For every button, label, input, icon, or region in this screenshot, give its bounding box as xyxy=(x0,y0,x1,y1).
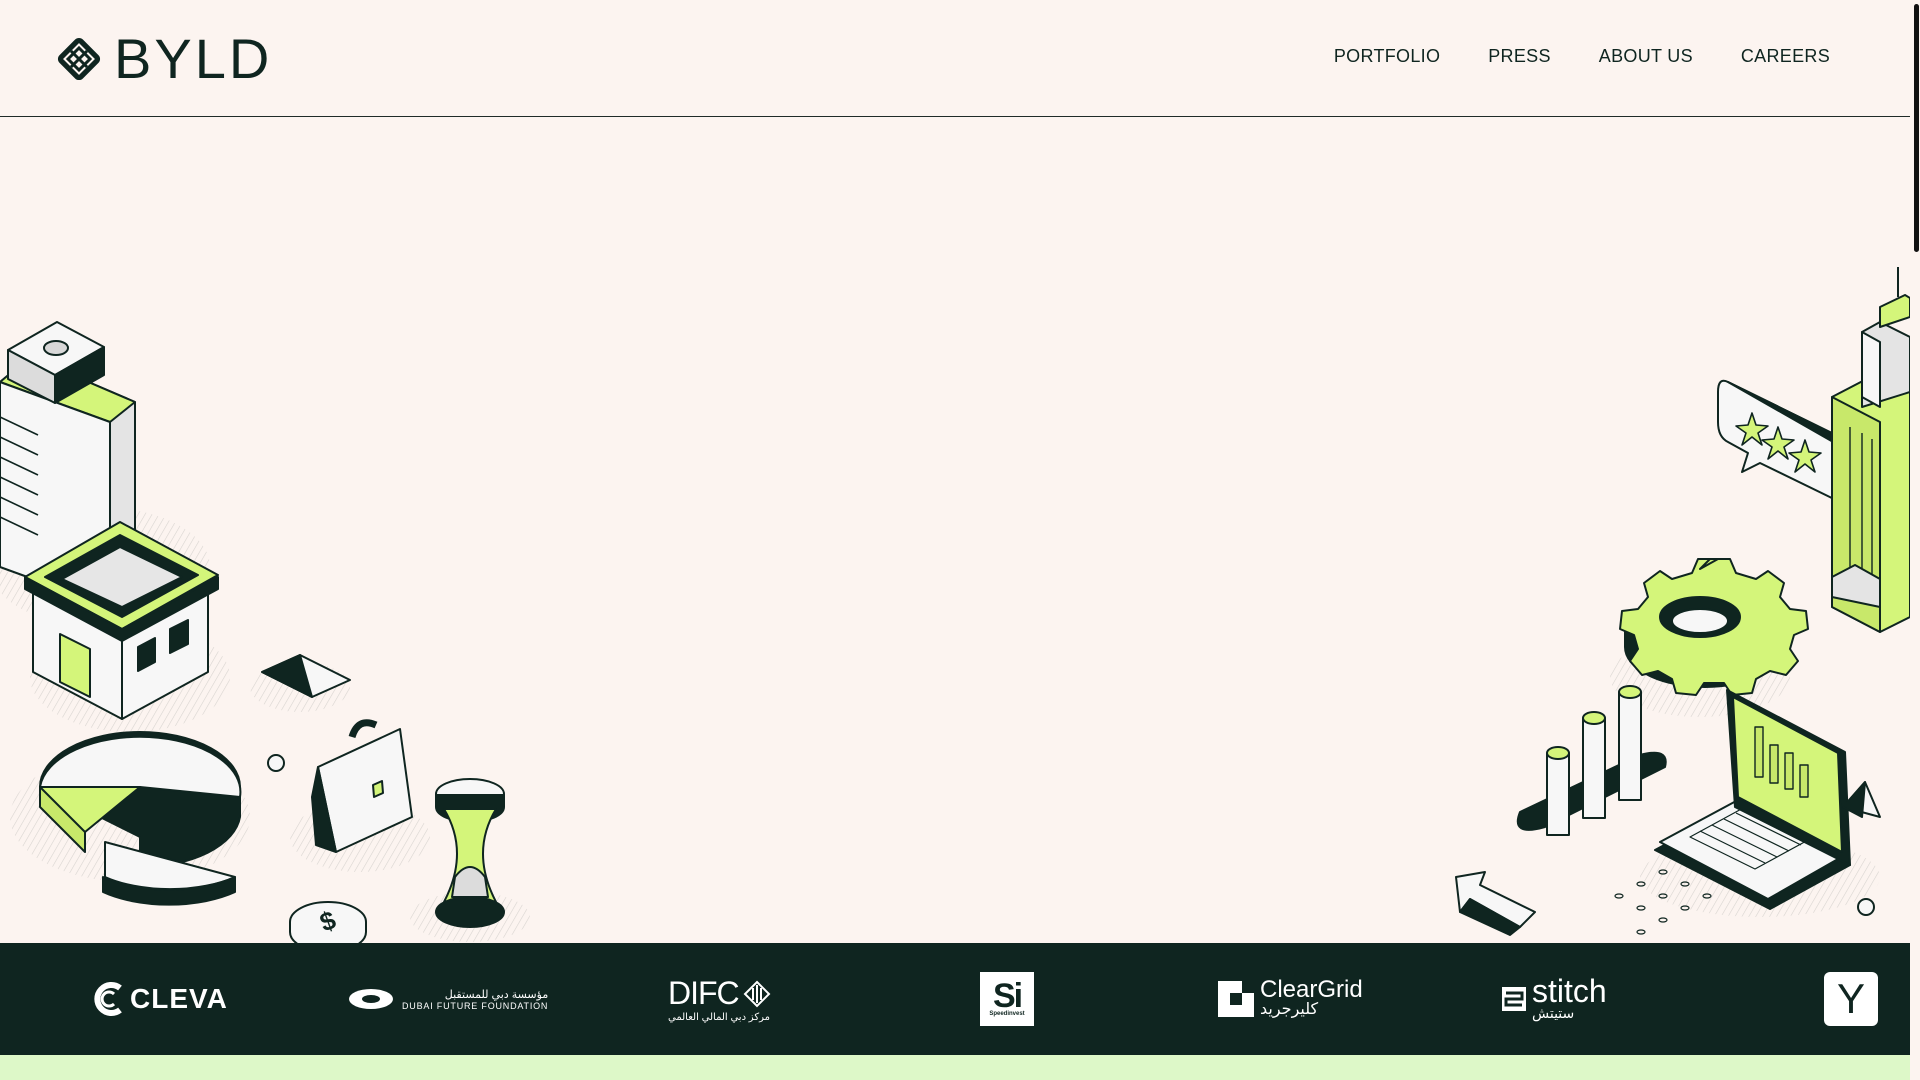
tower-illustration xyxy=(1831,267,1910,633)
partner-difc-logo[interactable]: DIFC مركز دبي المالي العالمي xyxy=(668,943,771,1055)
partner-ycombinator-logo[interactable]: Y xyxy=(1824,943,1878,1055)
partner-dff-english: DUBAI FUTURE FOUNDATION xyxy=(402,1000,549,1011)
rating-bubble-illustration xyxy=(1717,379,1851,504)
hero-section: $ xyxy=(0,117,1910,995)
nav-portfolio[interactable]: PORTFOLIO xyxy=(1334,46,1440,67)
partner-ycombinator-mark: Y xyxy=(1836,975,1865,1022)
partner-difc-label: DIFC xyxy=(668,975,740,1011)
partner-stitch-arabic: ستيتش xyxy=(1532,1004,1575,1021)
site-header: BYLD PORTFOLIO PRESS ABOUT US CAREERS xyxy=(0,0,1910,117)
partner-stitch-logo[interactable]: stitch ستيتش xyxy=(1502,943,1607,1055)
partner-dubai-future-foundation-logo[interactable]: مؤسسة دبي للمستقبل DUBAI FUTURE FOUNDATI… xyxy=(348,943,548,1055)
brand-logo[interactable]: BYLD xyxy=(56,27,273,90)
floating-square-illustration xyxy=(250,654,351,712)
laptop-illustration xyxy=(1640,689,1880,917)
hero-illustration: $ xyxy=(0,267,1910,943)
main-nav: PORTFOLIO PRESS ABOUT US CAREERS xyxy=(1334,46,1830,67)
stitch-mark-icon xyxy=(1502,987,1526,1011)
partner-cleargrid-label: ClearGrid xyxy=(1260,976,1363,1003)
cleva-mark-icon xyxy=(94,982,122,1016)
coin-illustration: $ xyxy=(289,901,367,943)
partner-cleargrid-arabic: كليرجريد xyxy=(1260,1001,1319,1018)
nav-press[interactable]: PRESS xyxy=(1488,46,1551,67)
small-ball-right-illustration xyxy=(1857,898,1875,916)
briefcase-illustration xyxy=(290,719,430,872)
pie-chart-illustration xyxy=(10,731,250,906)
nav-about-us[interactable]: ABOUT US xyxy=(1599,46,1693,67)
dff-eye-icon xyxy=(349,989,393,1009)
partner-speedinvest-label: Speedinvest xyxy=(989,1011,1025,1017)
partner-dff-arabic: مؤسسة دبي للمستقبل xyxy=(444,988,549,1001)
nav-careers[interactable]: CAREERS xyxy=(1741,46,1830,67)
partner-cleva-logo[interactable]: CLEVA xyxy=(92,943,228,1055)
partner-cleargrid-logo[interactable]: ClearGrid كليرجريد xyxy=(1218,943,1363,1055)
partner-cleva-label: CLEVA xyxy=(130,983,228,1014)
page: BYLD PORTFOLIO PRESS ABOUT US CAREERS $ … xyxy=(0,0,1910,1080)
scrollbar-thumb[interactable] xyxy=(1914,4,1919,252)
partners-strip: CLEVA مؤسسة دبي للمستقبل DUBAI FUTURE FO… xyxy=(0,943,1910,1055)
small-ball-illustration xyxy=(267,754,285,772)
partner-difc-arabic: مركز دبي المالي العالمي xyxy=(668,1012,770,1023)
brand-name: BYLD xyxy=(114,27,273,90)
partner-stitch-label: stitch xyxy=(1532,972,1607,1009)
partner-speedinvest-mark: Si xyxy=(992,977,1023,1015)
page-scrollbar[interactable] xyxy=(1910,0,1920,1080)
cleargrid-square-icon xyxy=(1218,981,1254,1017)
logo-knot-icon xyxy=(57,37,101,81)
hourglass-illustration xyxy=(410,778,530,942)
bar-chart-illustration xyxy=(1516,685,1667,836)
next-section-band xyxy=(0,1055,1920,1080)
partner-speedinvest-logo[interactable]: Si Speedinvest xyxy=(980,943,1034,1055)
difc-diamond-icon xyxy=(743,980,771,1007)
cursor-arrow-illustration xyxy=(1455,871,1536,936)
